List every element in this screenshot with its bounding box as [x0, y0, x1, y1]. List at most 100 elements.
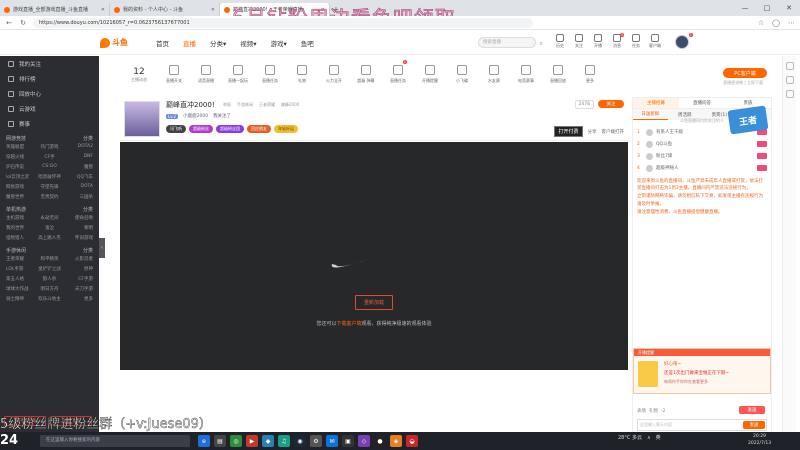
- feature-item[interactable]: 水友赛: [478, 57, 510, 92]
- sidebar-link[interactable]: LOL手游: [6, 266, 35, 272]
- steam-icon[interactable]: ◉: [294, 435, 306, 447]
- app-icon[interactable]: ◈: [390, 435, 402, 447]
- sidebar-link[interactable]: lol云顶之弈: [6, 174, 35, 180]
- sidebar-link[interactable]: 更多: [64, 296, 93, 302]
- feature-item[interactable]: 直播开关: [158, 57, 190, 92]
- sidebar-link[interactable]: 穿越火线: [6, 154, 35, 160]
- sidebar-link[interactable]: 高上路人杰: [35, 235, 64, 241]
- messages-button[interactable]: 消息 3: [610, 33, 624, 49]
- nav-category[interactable]: 分类▾: [210, 38, 226, 48]
- feature-item[interactable]: 开播提醒: [414, 57, 446, 92]
- sidebar-link[interactable]: 鬼泣: [35, 225, 64, 231]
- anchor-avatar[interactable]: [124, 101, 160, 137]
- feature-item[interactable]: 更多: [574, 57, 606, 92]
- open-client-button[interactable]: 客户端打开: [602, 129, 625, 135]
- player-icon[interactable]: ▶: [246, 435, 258, 447]
- tab-close-icon[interactable]: ✕: [211, 7, 215, 13]
- sidebar-link[interactable]: 天刀手游: [64, 286, 93, 292]
- browser-tab-1[interactable]: 我的资料 - 个人中心 - 斗鱼 ✕: [110, 3, 220, 16]
- app-icon[interactable]: ▣: [342, 435, 354, 447]
- tasks-button[interactable]: 任务: [629, 34, 643, 49]
- app-icon[interactable]: ◒: [406, 435, 418, 447]
- sidebar-link[interactable]: 英雄联盟: [6, 144, 35, 150]
- sidebar-link[interactable]: 我的世界: [6, 225, 35, 231]
- follow-button[interactable]: 关注: [598, 100, 624, 108]
- tab-daily[interactable]: 日送新鲜: [633, 109, 668, 120]
- tool-icon[interactable]: [785, 90, 794, 98]
- sidebar-item-cloud[interactable]: 云游戏: [0, 101, 99, 116]
- rank-row[interactable]: 4 超级神秘人: [637, 162, 767, 174]
- sidebar-link[interactable]: 金铲铲之战: [35, 266, 64, 272]
- feature-item[interactable]: 直播任务 1: [382, 57, 414, 92]
- sidebar-link[interactable]: 和平精英: [35, 256, 64, 262]
- back-icon[interactable]: ←: [5, 19, 13, 27]
- search-input[interactable]: 搜索直播 ⌕: [478, 37, 543, 48]
- anchor-name[interactable]: 小鹿鹿2000: [183, 113, 208, 119]
- sidebar-link[interactable]: 黎明: [64, 225, 93, 231]
- profile-icon[interactable]: ◯: [772, 19, 780, 27]
- room-tag[interactable]: 超级粉丝团: [216, 125, 244, 133]
- sidebar-item-esports[interactable]: 赛事: [0, 116, 99, 131]
- close-window-icon[interactable]: ✕: [778, 0, 800, 16]
- music-icon[interactable]: ♫: [278, 435, 290, 447]
- room-tag[interactable]: 讯飞听: [166, 125, 186, 133]
- menu-icon[interactable]: ⋯: [788, 19, 795, 27]
- user-avatar[interactable]: 1: [675, 33, 693, 49]
- sidebar-link[interactable]: 三国杀: [64, 194, 94, 200]
- sidebar-link[interactable]: 魔兽: [64, 164, 93, 170]
- sidebar-link[interactable]: 王者荣耀: [6, 256, 35, 262]
- sidebar-link[interactable]: 明日方舟: [35, 286, 64, 292]
- feature-item[interactable]: 火力全开: [318, 57, 350, 92]
- refresh-icon[interactable]: ↻: [19, 19, 27, 27]
- sidebar-link[interactable]: 原神: [64, 266, 93, 272]
- feature-item[interactable]: 直播一起玩: [222, 57, 254, 92]
- taskbar-search[interactable]: 在这里输入你要搜索的内容: [40, 435, 190, 447]
- tab-close-icon[interactable]: ✕: [101, 7, 105, 13]
- reload-button[interactable]: 重新加载: [355, 295, 393, 310]
- room-tag[interactable]: 年轻好运: [274, 125, 298, 133]
- sidebar-link[interactable]: 守望先锋: [35, 184, 64, 190]
- sidebar-link[interactable]: 无畏契约: [35, 194, 64, 200]
- sidebar-link[interactable]: CF手游: [64, 276, 93, 282]
- start-live-button[interactable]: 开播: [591, 34, 605, 49]
- sidebar-link[interactable]: DOTA: [64, 184, 94, 190]
- sidebar-collapse-icon[interactable]: ‹: [99, 238, 105, 258]
- nav-video[interactable]: 视频▾: [240, 38, 256, 48]
- video-player[interactable]: 重新加载 您还可以下载客户端观看，获得纯净极速的观看体验: [120, 142, 628, 370]
- sidebar-link[interactable]: 暗黑破坏神: [35, 174, 64, 180]
- feature-item[interactable]: 小飞碟: [446, 57, 478, 92]
- minimize-icon[interactable]: —: [734, 0, 756, 16]
- sidebar-link[interactable]: 热门游戏: [35, 144, 64, 150]
- url-field[interactable]: https://www.douyu.com/10216057_r=0.06237…: [33, 17, 533, 28]
- sidebar-link[interactable]: 永劫无间: [35, 215, 64, 221]
- follow-button[interactable]: 关注: [572, 34, 586, 49]
- emoji-button[interactable]: 表情: [637, 408, 646, 414]
- rank-row[interactable]: 3 粉丝7锋: [637, 150, 767, 162]
- sidebar-link[interactable]: 第五人格: [6, 276, 35, 282]
- chat-send-button[interactable]: 发送: [743, 421, 765, 429]
- sidebar-link[interactable]: CF手: [35, 154, 64, 160]
- sidebar-link[interactable]: CS:GO: [35, 164, 64, 170]
- settings-icon[interactable]: ⚙: [310, 435, 322, 447]
- feature-item[interactable]: 电竞赛事: [510, 57, 542, 92]
- gift-send-button[interactable]: 发送: [739, 406, 765, 414]
- sidebar-link[interactable]: 炉石传说: [6, 164, 35, 170]
- app-icon[interactable]: ◇: [358, 435, 370, 447]
- promo-card[interactable]: 开播提醒 好心侑~ 还差1次出门做来宝做正在下期~ 每周你手你你在查看更多: [633, 348, 771, 394]
- feature-item[interactable]: 直播回放: [542, 57, 574, 92]
- nav-yuba[interactable]: 鱼吧: [301, 38, 314, 48]
- edge-icon[interactable]: e: [198, 435, 210, 447]
- sidebar-link[interactable]: 主机游戏: [6, 215, 35, 221]
- sidebar-link[interactable]: 魔兽世界: [6, 194, 35, 200]
- feature-item[interactable]: 超级 弹幕: [350, 57, 382, 92]
- sidebar-link[interactable]: 使命召唤: [64, 215, 93, 221]
- mail-icon[interactable]: ✉: [326, 435, 338, 447]
- rank-row[interactable]: 2 QQ斗鱼: [637, 138, 767, 150]
- client-button[interactable]: 客户端: [648, 34, 662, 49]
- ime-indicator[interactable]: 英: [656, 434, 661, 441]
- room-tag[interactable]: 回应朋友: [247, 125, 271, 133]
- sidebar-link[interactable]: 火影忍者: [64, 256, 93, 262]
- nav-game[interactable]: 游戏▾: [271, 38, 287, 48]
- dynamic-count[interactable]: 12 主播动态: [120, 57, 158, 92]
- sidebar-link[interactable]: 球球大作战: [6, 286, 35, 292]
